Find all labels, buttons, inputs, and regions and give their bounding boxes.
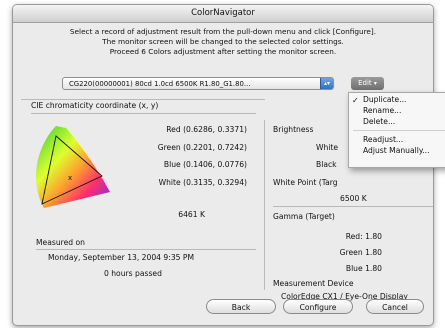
menu-item-duplicate[interactable]: Duplicate... bbox=[363, 95, 406, 105]
checkmark-icon: ✓ bbox=[352, 96, 359, 105]
cie-green-value: Green (0.2201, 0.7242) bbox=[157, 143, 247, 152]
gamma-title: Gamma (Target) bbox=[273, 212, 335, 221]
cie-white-value: White (0.3135, 0.3294) bbox=[158, 178, 247, 187]
brightness-white-label: White bbox=[316, 143, 339, 152]
select-arrows-icon: ▴▾ bbox=[320, 78, 333, 89]
edit-button-label: Edit bbox=[358, 79, 372, 87]
cie-divider bbox=[31, 113, 256, 114]
measured-divider bbox=[36, 249, 256, 250]
cie-title: CIE chromaticity coordinate (x, y) bbox=[31, 101, 159, 110]
instruction-line-1: Select a record of adjustment result fro… bbox=[69, 27, 377, 36]
white-point-title: White Point (Targ bbox=[273, 178, 338, 187]
edit-dropdown-menu: ✓ Duplicate... Rename... Delete... Readj… bbox=[348, 92, 445, 168]
column-divider bbox=[264, 120, 265, 290]
gamma-top-divider bbox=[273, 206, 433, 207]
window-title: ColorNavigator bbox=[13, 5, 433, 23]
white-point-marker: x bbox=[68, 174, 72, 182]
menu-item-readjust[interactable]: Readjust... bbox=[363, 135, 403, 145]
menu-item-adjust-manually[interactable]: Adjust Manually... bbox=[363, 146, 430, 156]
cie-blue-value: Blue (0.1406, 0.0776) bbox=[163, 160, 247, 169]
brightness-title: Brightness bbox=[273, 125, 314, 134]
cie-color-temperature: 6461 K bbox=[178, 210, 205, 219]
white-point-value: 6500 K bbox=[340, 194, 367, 203]
cie-red-value: Red (0.6286, 0.3371) bbox=[166, 125, 247, 134]
chevron-down-icon: ▾ bbox=[373, 80, 377, 87]
divider bbox=[21, 99, 265, 100]
measured-title: Measured on bbox=[36, 238, 85, 247]
menu-separator bbox=[353, 130, 445, 131]
gamma-blue-value: Blue 1.80 bbox=[345, 264, 382, 273]
cie-gamut-diagram: x bbox=[36, 126, 110, 208]
measured-date: Monday, September 13, 2004 9:35 PM bbox=[48, 253, 195, 262]
instruction-line-3: Proceed 6 Colors adjustment after settin… bbox=[109, 47, 337, 56]
edit-menu-button[interactable]: Edit ▾ bbox=[351, 77, 384, 90]
cancel-button[interactable]: Cancel bbox=[366, 299, 424, 314]
device-title: Measurement Device bbox=[273, 279, 354, 288]
gamma-green-value: Green 1.80 bbox=[339, 248, 382, 257]
spectral-locus-fade bbox=[36, 126, 110, 208]
measured-hours-passed: 0 hours passed bbox=[104, 269, 162, 278]
menu-item-rename[interactable]: Rename... bbox=[363, 106, 401, 116]
menu-item-delete[interactable]: Delete... bbox=[363, 117, 395, 127]
configure-button[interactable]: Configure bbox=[283, 299, 353, 314]
record-select-value: CG220(00000001) 80cd 1.0cd 6500K R1.80_G… bbox=[69, 80, 251, 88]
gamma-red-value: Red: 1.80 bbox=[345, 232, 382, 241]
instruction-line-2: The monitor screen will be changed to th… bbox=[102, 37, 344, 46]
back-button[interactable]: Back bbox=[206, 299, 276, 314]
brightness-black-label: Black bbox=[316, 160, 337, 169]
record-select[interactable]: CG220(00000001) 80cd 1.0cd 6500K R1.80_G… bbox=[62, 77, 334, 90]
